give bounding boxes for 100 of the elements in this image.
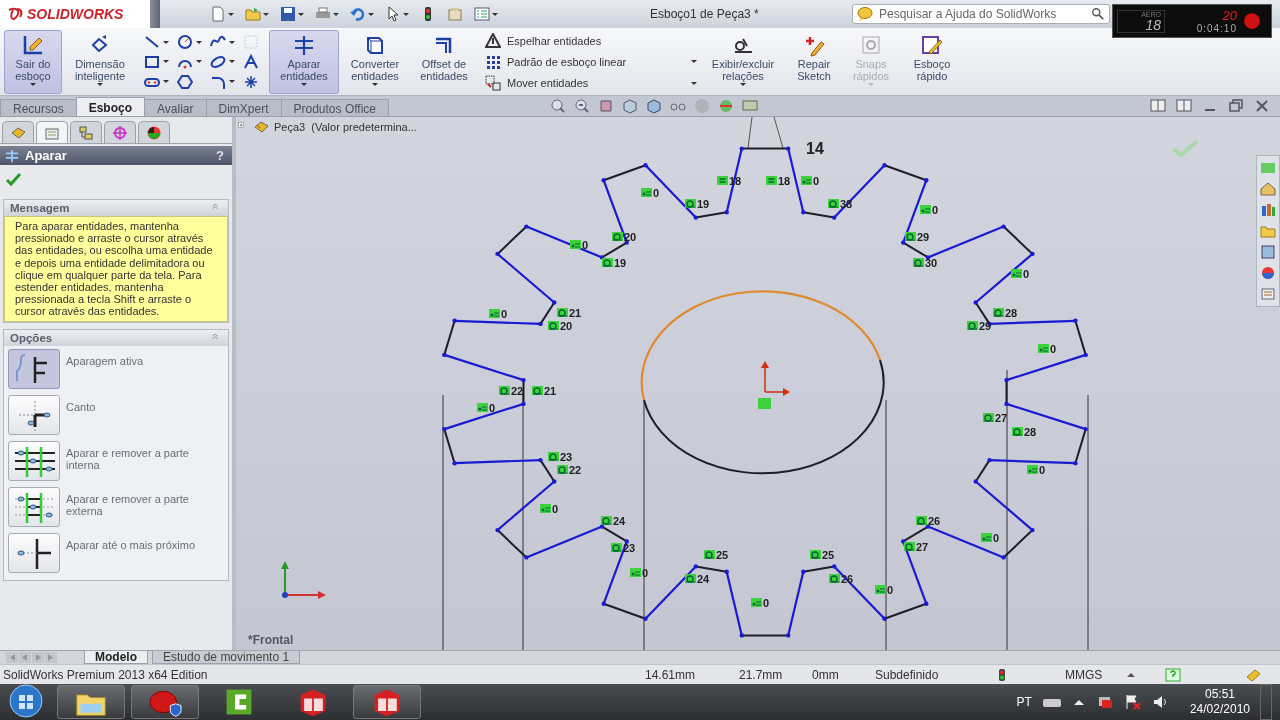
- caret-icon[interactable]: [368, 12, 374, 16]
- option-toggle[interactable]: [8, 394, 60, 435]
- ribbon-button[interactable]: Exibir/excluir relações: [701, 30, 785, 94]
- polygon-icon[interactable]: [177, 73, 193, 90]
- coincident-relation-icon[interactable]: [981, 533, 992, 542]
- tangent-relation-icon[interactable]: [913, 258, 924, 267]
- ribbon-button[interactable]: Esboço rápido: [903, 30, 961, 94]
- tangent-relation-icon[interactable]: [557, 308, 568, 317]
- coincident-relation-icon[interactable]: [477, 403, 488, 412]
- tangent-relation-icon[interactable]: [916, 516, 927, 525]
- unit-system[interactable]: MMGS: [1065, 667, 1127, 682]
- appearance-icon[interactable]: [1260, 265, 1276, 281]
- ribbon-list-button[interactable]: Padrão de esboço linear: [485, 54, 627, 70]
- sketch-arc[interactable]: [643, 359, 885, 475]
- tree-item[interactable]: Peça3 (Valor predetermina...: [274, 121, 417, 133]
- tile-left-icon[interactable]: [1150, 98, 1166, 114]
- options-icon[interactable]: [447, 6, 463, 22]
- caret-icon[interactable]: [298, 12, 304, 16]
- equal-relation-icon[interactable]: [766, 176, 777, 185]
- toolbar-toggle[interactable]: [150, 0, 160, 28]
- option-toggle[interactable]: [8, 532, 60, 573]
- ribbon-button[interactable]: Dimensão inteligente: [66, 30, 134, 94]
- clock[interactable]: 05:51 24/02/2010: [1189, 687, 1250, 717]
- model-tab[interactable]: Modelo: [84, 651, 148, 664]
- start-button-icon[interactable]: [9, 684, 43, 718]
- tangent-relation-icon[interactable]: [810, 550, 821, 559]
- coincident-relation-icon[interactable]: [1027, 465, 1038, 474]
- help-button[interactable]: ?: [216, 148, 224, 163]
- coincident-relation-icon[interactable]: [1038, 344, 1049, 353]
- caret-icon[interactable]: [372, 83, 378, 86]
- tangent-relation-icon[interactable]: [829, 574, 840, 583]
- text-icon[interactable]: [243, 54, 259, 70]
- caret-icon[interactable]: [740, 83, 746, 86]
- equal-relation-icon[interactable]: [717, 176, 728, 185]
- custom-properties-icon[interactable]: [1260, 286, 1276, 302]
- coincident-relation-icon[interactable]: [875, 585, 886, 594]
- coincident-relation-icon[interactable]: [751, 598, 762, 607]
- search-field[interactable]: Pesquisar a Ajuda do SolidWorks: [852, 4, 1110, 24]
- caret-icon[interactable]: [691, 81, 697, 85]
- tangent-relation-icon[interactable]: [532, 386, 543, 395]
- command-tab[interactable]: Esboço: [75, 97, 146, 116]
- coincident-relation-icon[interactable]: [801, 176, 812, 185]
- ribbon-button[interactable]: Converter entidades: [343, 30, 407, 94]
- option-toggle[interactable]: [8, 348, 60, 389]
- cube-icon[interactable]: [646, 98, 662, 114]
- ribbon-button[interactable]: Sair do esboço: [4, 30, 62, 94]
- rebuild-light-icon[interactable]: [997, 667, 1007, 682]
- tangent-relation-icon[interactable]: [685, 199, 696, 208]
- option-toggle[interactable]: [8, 486, 60, 527]
- ribbon-list-button[interactable]: Espelhar entidades: [485, 32, 602, 49]
- pointer-icon[interactable]: [385, 6, 401, 22]
- tangent-relation-icon[interactable]: [904, 542, 915, 551]
- tag-icon[interactable]: [1245, 667, 1261, 682]
- caret-icon[interactable]: [229, 60, 235, 64]
- help-icon[interactable]: [1165, 667, 1181, 682]
- caret-icon[interactable]: [163, 60, 169, 64]
- tangent-relation-icon[interactable]: [685, 574, 696, 583]
- ok-check-icon[interactable]: [4, 171, 22, 187]
- tangent-relation-icon[interactable]: [993, 308, 1004, 317]
- coincident-relation-icon[interactable]: [489, 309, 500, 318]
- command-tab[interactable]: Avaliar: [144, 99, 207, 116]
- tangent-relation-icon[interactable]: [704, 550, 715, 559]
- caret-icon[interactable]: [196, 40, 202, 44]
- tangent-relation-icon[interactable]: [983, 413, 994, 422]
- library-icon[interactable]: [1260, 202, 1276, 218]
- caret-icon[interactable]: [30, 83, 36, 86]
- ribbon-list-button[interactable]: Mover entidades: [485, 75, 589, 92]
- record-icon[interactable]: [1243, 12, 1261, 30]
- coincident-relation-icon[interactable]: [630, 568, 641, 577]
- tile-right-icon[interactable]: [1176, 98, 1192, 114]
- coincident-relation-icon[interactable]: [570, 240, 581, 249]
- tangent-relation-icon[interactable]: [828, 199, 839, 208]
- save-icon[interactable]: [280, 6, 296, 22]
- line-icon[interactable]: [144, 34, 160, 51]
- caret-icon[interactable]: [163, 40, 169, 44]
- tangent-relation-icon[interactable]: [905, 232, 916, 241]
- caret-icon[interactable]: [301, 83, 307, 86]
- tangent-relation-icon[interactable]: [967, 321, 978, 330]
- caret-icon[interactable]: [228, 12, 234, 16]
- tangent-relation-icon[interactable]: [499, 386, 510, 395]
- caret-icon[interactable]: [229, 80, 235, 84]
- caret-icon[interactable]: [229, 40, 235, 44]
- previous-view-icon[interactable]: [598, 98, 614, 114]
- tangent-relation-icon[interactable]: [611, 543, 622, 552]
- tangent-relation-icon[interactable]: [548, 321, 559, 330]
- ellipse-icon[interactable]: [210, 54, 226, 70]
- coincident-relation-icon[interactable]: [1011, 269, 1022, 278]
- caret-icon[interactable]: [263, 12, 269, 16]
- point-icon[interactable]: [243, 73, 259, 90]
- action-center-icon[interactable]: [1123, 693, 1142, 711]
- tangent-relation-icon[interactable]: [557, 465, 568, 474]
- taskbar-app[interactable]: [57, 685, 125, 719]
- confirm-check-icon[interactable]: [1172, 137, 1200, 159]
- command-tab[interactable]: DimXpert: [205, 99, 282, 116]
- section-view-icon[interactable]: [622, 98, 638, 114]
- caret-icon[interactable]: [196, 60, 202, 64]
- coincident-relation-icon[interactable]: [920, 205, 931, 214]
- caret-icon[interactable]: [333, 12, 339, 16]
- coincident-relation-icon[interactable]: [641, 188, 652, 197]
- ribbon-button[interactable]: Offset de entidades: [411, 30, 477, 94]
